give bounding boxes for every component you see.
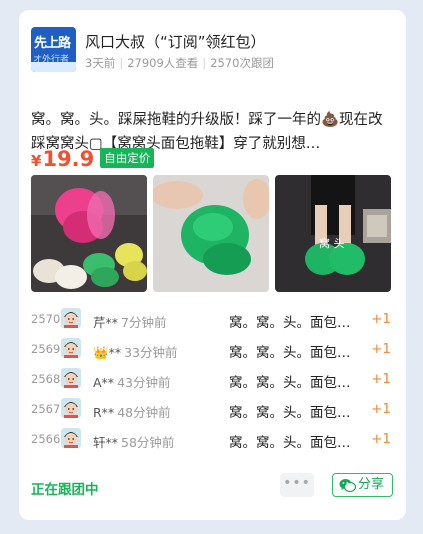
order-user: R** 48分钟前 (93, 402, 171, 421)
order-user: 芹** 7分钟前 (93, 312, 166, 331)
user-name: 👑** (93, 345, 122, 360)
order-user: 轩** 58分钟前 (93, 432, 174, 451)
share-label: 分享 (358, 477, 385, 492)
user-name: A** (93, 375, 115, 390)
order-time: 43分钟前 (117, 375, 171, 390)
boy-avatar-icon (61, 338, 81, 358)
wechat-icon (339, 478, 357, 501)
order-quantity: +1 (371, 431, 391, 447)
order-time: 58分钟前 (121, 435, 175, 450)
group-order-row: 2569 👑** 33分钟前 窝。窝。头。面包… +1 (31, 336, 393, 366)
order-quantity: +1 (371, 371, 391, 387)
follower-count: 2570次跟团 (210, 56, 274, 70)
order-time: 33分钟前 (124, 345, 178, 360)
boy-avatar-icon (61, 308, 81, 328)
order-user: A** 43分钟前 (93, 372, 170, 391)
posted-time: 3天前 (85, 56, 116, 70)
group-order-row: 2568 A** 43分钟前 窝。窝。头。面包… +1 (31, 366, 393, 396)
price-row: ¥19.9 自由定价 (31, 147, 155, 173)
order-item: 窝。窝。头。面包… (229, 435, 351, 451)
photo-gallery: 窝 头 (31, 175, 391, 292)
price-tag: 自由定价 (100, 148, 155, 168)
order-item: 窝。窝。头。面包… (229, 405, 351, 421)
product-photo-1[interactable] (31, 175, 147, 292)
order-item: 窝。窝。头。面包… (229, 345, 351, 361)
currency-symbol: ¥ (31, 152, 42, 170)
order-number: 2570 (31, 312, 61, 326)
group-order-row: 2570 芹** 7分钟前 窝。窝。头。面包… +1 (31, 306, 393, 336)
order-number: 2566 (31, 432, 61, 446)
group-order-list: 2570 芹** 7分钟前 窝。窝。头。面包… +1 2569 👑** 33分钟前 窝。窝。头。… (31, 306, 393, 456)
group-order-row: 2567 R** 48分钟前 窝。窝。头。面包… +1 (31, 396, 393, 426)
boy-avatar-icon (61, 428, 81, 448)
order-quantity: +1 (371, 401, 391, 417)
account-title[interactable]: 风口大叔（“订阅”领红包） (85, 31, 266, 52)
order-number: 2569 (31, 342, 61, 356)
user-name: R** (93, 405, 115, 420)
user-name: 轩** (93, 435, 119, 450)
order-quantity: +1 (371, 341, 391, 357)
share-button[interactable]: 分享 (332, 473, 393, 497)
post-meta: 3天前 | 27909人查看 | 2570次跟团 (85, 56, 274, 70)
account-avatar[interactable]: 先上路 オ外行者 (31, 27, 76, 72)
product-photo-2[interactable] (153, 175, 269, 292)
avatar-band (31, 62, 76, 72)
order-item: 窝。窝。头。面包… (229, 375, 351, 391)
avatar-text-top: 先上路 (34, 36, 71, 51)
view-count: 27909人查看 (127, 56, 199, 70)
order-user: 👑** 33分钟前 (93, 342, 177, 361)
product-photo-3[interactable]: 窝 头 (275, 175, 391, 292)
footer-bar: 正在跟团中 ••• 分享 (31, 473, 394, 499)
photo-caption: 窝 头 (319, 236, 345, 250)
post-header: 先上路 オ外行者 风口大叔（“订阅”领红包） 3天前 | 27909人查看 | 2570… (31, 27, 394, 75)
order-time: 7分钟前 (121, 315, 167, 330)
order-item: 窝。窝。头。面包… (229, 315, 351, 331)
more-button[interactable]: ••• (280, 473, 314, 497)
group-order-row: 2566 轩** 58分钟前 窝。窝。头。面包… +1 (31, 426, 393, 456)
price: ¥19.9 (31, 147, 94, 171)
order-number: 2568 (31, 372, 61, 386)
order-number: 2567 (31, 402, 61, 416)
boy-avatar-icon (61, 368, 81, 388)
boy-avatar-icon (61, 398, 81, 418)
order-quantity: +1 (371, 311, 391, 327)
order-time: 48分钟前 (117, 405, 171, 420)
group-buy-card[interactable]: 先上路 オ外行者 风口大叔（“订阅”领红包） 3天前 | 27909人查看 | 2570… (19, 10, 406, 520)
following-status: 正在跟团中 (31, 482, 99, 498)
user-name: 芹** (93, 315, 119, 330)
price-value: 19.9 (42, 147, 95, 171)
